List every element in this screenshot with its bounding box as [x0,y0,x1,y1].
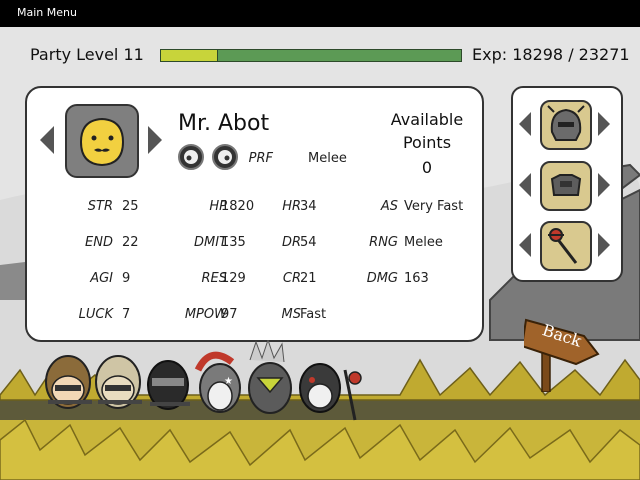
next-helmet-arrow[interactable] [598,112,610,136]
stat-value-hr: 34 [300,199,317,214]
available-points-value: 0 [421,158,433,177]
character-stats-panel: Mr. Abot PRF Melee Available Points 0 ST… [25,86,484,342]
main-menu-button[interactable]: Main Menu [17,6,77,19]
stat-label-rng: RNG [369,235,398,250]
stat-value-rng: Melee [404,235,443,250]
next-weapon-arrow[interactable] [598,233,610,257]
back-button[interactable] [524,312,604,392]
character-name: Mr. Abot [178,111,270,136]
stat-label-end: END [85,235,113,250]
equipment-panel [511,86,623,282]
stat-value-luck: 7 [122,307,131,322]
prf-value: Melee [308,151,347,166]
stat-value-str: 25 [122,199,139,214]
stat-value-mpow: 97 [221,307,238,322]
prev-weapon-arrow[interactable] [519,233,531,257]
skill-icon-1[interactable] [178,144,204,170]
stat-label-hp: HP [209,199,227,214]
available-points: Available Points 0 [379,108,475,179]
next-armor-arrow[interactable] [598,173,610,197]
stat-value-dr: 54 [300,235,317,250]
stat-value-as: Very Fast [404,199,464,214]
stat-label-as: AS [380,199,398,214]
stat-value-cr: 21 [300,271,317,286]
stat-label-dmg: DMG [366,271,398,286]
party-member-5-icon [248,340,292,414]
stat-label-luck: LUCK [78,307,113,322]
party-member-3-icon [147,360,190,410]
stat-label-ms: MS [281,307,301,322]
available-points-label-line1: Available [390,110,464,129]
prev-armor-arrow[interactable] [519,173,531,197]
next-character-arrow[interactable] [148,126,162,154]
helmet-icon [547,105,585,141]
stat-label-dmit: DMIT [193,235,227,250]
prev-character-arrow[interactable] [40,126,54,154]
character-portrait [65,104,139,178]
mace-weapon-icon [548,228,578,264]
skill-punch-icon [184,150,198,164]
stat-label-agi: AGI [90,271,113,286]
party-member-2-icon [95,355,142,409]
stat-label-hr: HR [282,199,301,214]
weapon-slot[interactable] [540,221,592,271]
stat-label-cr: CR [282,271,301,286]
stat-value-ms: Fast [300,307,327,322]
party-member-1-icon [45,355,92,409]
party-member-6-icon [299,363,362,421]
stat-value-end: 22 [122,235,139,250]
armor-slot[interactable] [540,161,592,211]
stat-value-agi: 9 [122,271,131,286]
top-bar: Main Menu [0,0,640,27]
party-level-label: Party Level 11 [30,45,144,64]
armor-icon [550,174,582,196]
exp-progress-bar [160,49,462,62]
party-member-4-icon: ★ [194,351,241,413]
stat-label-dr: DR [281,235,301,250]
stat-label-str: STR [87,199,113,214]
robot-face-icon [79,117,125,167]
stat-label-mpow: MPOW [184,307,227,322]
stat-value-dmg: 163 [404,271,429,286]
party-characters: ★ [45,340,362,421]
svg-text:★: ★ [224,376,233,387]
exp-label: Exp: 18298 / 23271 [472,45,630,64]
available-points-label-line2: Points [402,133,452,152]
exp-progress-fill [161,50,218,61]
prf-label: PRF [248,151,273,166]
prev-helmet-arrow[interactable] [519,112,531,136]
helmet-slot[interactable] [540,100,592,150]
stat-label-res: RES [201,271,228,286]
